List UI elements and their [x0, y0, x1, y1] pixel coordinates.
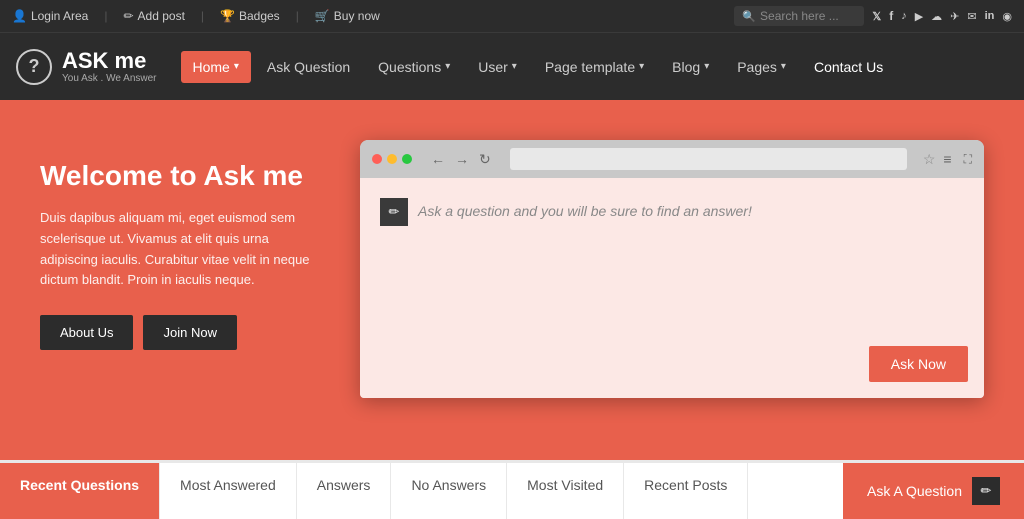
- nav-pages[interactable]: Pages ▾: [725, 51, 798, 83]
- nav-blog[interactable]: Blog ▾: [660, 51, 721, 83]
- nav-contact[interactable]: Contact Us: [802, 51, 895, 83]
- reload-button[interactable]: ↻: [476, 151, 494, 168]
- bottom-section: Recent Questions Most Answered Answers N…: [0, 460, 1024, 519]
- logo-text: ASK me You Ask . We Answer: [62, 49, 157, 84]
- email-icon[interactable]: ✉: [967, 10, 976, 23]
- questions-chevron-icon: ▾: [445, 61, 450, 72]
- divider-2: |: [201, 9, 204, 23]
- ask-a-question-button[interactable]: Ask A Question ✏: [843, 463, 1024, 519]
- join-now-button[interactable]: Join Now: [143, 315, 236, 350]
- tab-recent-posts[interactable]: Recent Posts: [624, 463, 748, 519]
- nav-ask-question[interactable]: Ask Question: [255, 51, 362, 83]
- nav-home[interactable]: Home ▾: [181, 51, 251, 83]
- fullscreen-icon[interactable]: ⛶: [964, 152, 972, 167]
- rss-icon[interactable]: ◉: [1002, 10, 1012, 23]
- bookmark-icon[interactable]: ☆: [923, 151, 936, 168]
- twitter-icon[interactable]: 𝕏: [872, 10, 881, 23]
- logo-area[interactable]: ? ASK me You Ask . We Answer: [16, 49, 157, 85]
- logo-title: ASK me: [62, 49, 157, 73]
- minimize-dot[interactable]: [387, 154, 397, 164]
- browser-menu-icon[interactable]: ≡: [943, 151, 951, 167]
- forward-button[interactable]: →: [452, 151, 472, 168]
- pencil-icon: ✏: [123, 9, 133, 23]
- add-post-link[interactable]: ✏ Add post: [123, 9, 184, 23]
- search-box[interactable]: 🔍 Search here ...: [734, 6, 864, 26]
- tab-no-answers[interactable]: No Answers: [391, 463, 507, 519]
- home-chevron-icon: ▾: [234, 61, 239, 72]
- browser-content: ✏ Ask a question and you will be sure to…: [360, 178, 984, 398]
- close-dot[interactable]: [372, 154, 382, 164]
- pencil-icon: ✏: [389, 204, 400, 220]
- login-area-link[interactable]: 👤 Login Area: [12, 9, 88, 23]
- browser-traffic-lights: [372, 154, 412, 164]
- tabs-row: Recent Questions Most Answered Answers N…: [0, 463, 1024, 519]
- tab-most-answered[interactable]: Most Answered: [160, 463, 297, 519]
- user-chevron-icon: ▾: [512, 61, 517, 72]
- maximize-dot[interactable]: [402, 154, 412, 164]
- ask-input-area: ✏ Ask a question and you will be sure to…: [380, 198, 964, 318]
- top-bar-left: 👤 Login Area | ✏ Add post | 🏆 Badges | 🛒…: [12, 9, 734, 23]
- hero-section: Welcome to Ask me Duis dapibus aliquam m…: [0, 100, 1024, 460]
- skype-icon[interactable]: ☁: [931, 10, 942, 23]
- user-icon: 👤: [12, 9, 27, 23]
- trophy-icon: 🏆: [220, 9, 235, 23]
- nav-items: Home ▾ Ask Question Questions ▾ User ▾ P…: [181, 51, 1009, 83]
- nav-page-template[interactable]: Page template ▾: [533, 51, 656, 83]
- browser-nav-buttons: ← → ↻: [428, 151, 494, 168]
- tab-most-visited[interactable]: Most Visited: [507, 463, 624, 519]
- social-icons: 𝕏 f ♪ ▶ ☁ ✈ ✉ in ◉: [872, 9, 1012, 23]
- divider-1: |: [104, 9, 107, 23]
- about-us-button[interactable]: About Us: [40, 315, 133, 350]
- search-icon: 🔍: [742, 10, 756, 23]
- badges-link[interactable]: 🏆 Badges: [220, 9, 280, 23]
- back-button[interactable]: ←: [428, 151, 448, 168]
- cart-icon: 🛒: [315, 9, 330, 23]
- logo-icon: ?: [16, 49, 52, 85]
- blog-chevron-icon: ▾: [704, 61, 709, 72]
- ask-placeholder[interactable]: Ask a question and you will be sure to f…: [418, 198, 752, 219]
- top-bar: 👤 Login Area | ✏ Add post | 🏆 Badges | 🛒…: [0, 0, 1024, 32]
- top-bar-right: 🔍 Search here ... 𝕏 f ♪ ▶ ☁ ✈ ✉ in ◉: [734, 6, 1012, 26]
- hero-description: Duis dapibus aliquam mi, eget euismod se…: [40, 208, 330, 291]
- hero-title: Welcome to Ask me: [40, 160, 330, 192]
- youtube-icon[interactable]: ▶: [915, 10, 923, 23]
- nav-questions[interactable]: Questions ▾: [366, 51, 462, 83]
- tab-answers[interactable]: Answers: [297, 463, 392, 519]
- telegram-icon[interactable]: ✈: [950, 10, 959, 23]
- nav-user[interactable]: User ▾: [466, 51, 529, 83]
- browser-toolbar: ← → ↻ ☆ ≡ ⛶: [360, 140, 984, 178]
- tiktok-icon[interactable]: ♪: [901, 10, 907, 22]
- address-bar[interactable]: [510, 148, 907, 170]
- page-template-chevron-icon: ▾: [639, 61, 644, 72]
- buy-now-link[interactable]: 🛒 Buy now: [315, 9, 380, 23]
- ask-pencil-icon: ✏: [380, 198, 408, 226]
- tab-recent-questions[interactable]: Recent Questions: [0, 463, 160, 519]
- facebook-icon[interactable]: f: [889, 9, 893, 23]
- ask-now-button[interactable]: Ask Now: [869, 346, 968, 382]
- browser-mockup: ← → ↻ ☆ ≡ ⛶ ✏ Ask a question and you wil…: [360, 140, 984, 398]
- logo-subtitle: You Ask . We Answer: [62, 73, 157, 84]
- hero-left: Welcome to Ask me Duis dapibus aliquam m…: [40, 140, 330, 350]
- hero-buttons: About Us Join Now: [40, 315, 330, 350]
- main-nav: ? ASK me You Ask . We Answer Home ▾ Ask …: [0, 32, 1024, 100]
- linkedin-icon[interactable]: in: [985, 10, 995, 22]
- pages-chevron-icon: ▾: [781, 61, 786, 72]
- divider-3: |: [296, 9, 299, 23]
- ask-question-area: Ask A Question ✏: [843, 463, 1024, 519]
